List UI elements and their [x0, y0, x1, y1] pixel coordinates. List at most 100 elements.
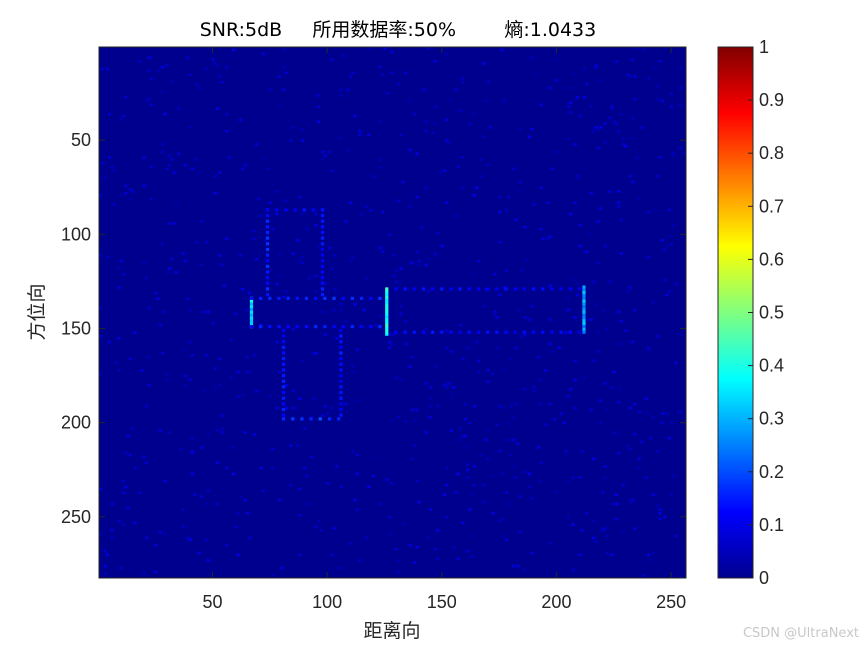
noise-speck [665, 244, 669, 248]
noise-speck [298, 513, 302, 517]
noise-speck [663, 515, 667, 519]
noise-speck [225, 466, 229, 470]
noise-speck [144, 404, 149, 408]
noise-speck [541, 237, 545, 240]
noise-speck [649, 436, 653, 440]
noise-speck [158, 429, 162, 432]
noise-speck [385, 92, 389, 95]
noise-speck [172, 222, 176, 225]
noise-speck [575, 176, 580, 180]
noise-speck [126, 506, 130, 510]
noise-speck [575, 293, 580, 297]
noise-speck [525, 257, 529, 261]
noise-speck [566, 480, 570, 483]
noise-speck [640, 126, 644, 129]
noise-speck [509, 453, 513, 457]
noise-speck [653, 208, 658, 212]
noise-speck [465, 463, 470, 466]
noise-speck [479, 453, 483, 457]
scatterer-point [339, 328, 343, 332]
noise-speck [202, 310, 206, 314]
noise-speck [241, 167, 245, 171]
noise-speck [530, 304, 534, 308]
scatterer-point [403, 287, 407, 291]
noise-speck [300, 359, 304, 363]
noise-speck [394, 269, 399, 272]
noise-speck [481, 483, 486, 487]
noise-speck [163, 532, 167, 536]
scatterer-point [421, 287, 426, 291]
noise-speck [433, 60, 437, 63]
noise-speck [449, 393, 454, 397]
noise-speck [589, 408, 593, 412]
noise-speck [312, 397, 316, 400]
noise-speck [342, 54, 346, 58]
scatterer-point [302, 208, 306, 212]
noise-speck [470, 555, 474, 559]
noise-speck [658, 156, 662, 159]
noise-speck [433, 365, 437, 368]
noise-speck [369, 208, 373, 212]
scatterer-point [249, 319, 254, 323]
noise-speck [550, 167, 554, 171]
noise-speck [507, 421, 511, 425]
scatterer-point [320, 219, 325, 223]
noise-speck [183, 259, 188, 263]
noise-speck [511, 438, 515, 442]
noise-speck [103, 176, 107, 180]
colorbar: 0 0.1 0.2 0.3 0.4 0.5 0.6 0.7 0.8 0.9 1 [717, 37, 784, 588]
noise-speck [679, 333, 683, 336]
noise-speck [410, 261, 415, 265]
noise-speck [642, 574, 646, 577]
noise-speck [603, 141, 607, 144]
scatterer-point [582, 293, 586, 298]
scatterer-point [582, 285, 586, 289]
noise-speck [261, 489, 266, 493]
noise-speck [190, 167, 194, 171]
noise-speck [591, 457, 596, 461]
noise-speck [403, 320, 408, 323]
noise-speck [307, 502, 311, 506]
noise-speck [316, 120, 321, 124]
noise-speck [617, 451, 621, 455]
noise-speck [463, 417, 467, 421]
noise-speck [190, 436, 194, 440]
scatterer-point [314, 296, 318, 300]
scatterer-point [339, 402, 343, 406]
noise-speck [392, 274, 396, 278]
noise-speck [580, 529, 584, 532]
noise-speck [147, 384, 151, 387]
noise-speck [481, 135, 486, 139]
noise-speck [555, 150, 559, 154]
noise-speck [241, 393, 245, 397]
noise-speck [507, 438, 511, 442]
noise-speck [275, 190, 279, 193]
scatterer-point [385, 315, 389, 319]
noise-speck [481, 304, 486, 308]
noise-speck [243, 431, 247, 434]
scatterer-point [249, 299, 254, 303]
noise-speck [300, 139, 304, 142]
noise-speck [332, 254, 337, 257]
noise-speck [392, 254, 396, 257]
noise-speck [539, 186, 543, 189]
noise-speck [497, 519, 502, 523]
scatterer-point [522, 330, 526, 334]
scatterer-point [281, 417, 286, 421]
noise-speck [172, 171, 176, 174]
noise-speck [447, 141, 451, 144]
noise-speck [578, 476, 582, 479]
noise-speck [174, 271, 178, 274]
scatterer-point [281, 390, 286, 395]
scatterer-point [385, 295, 389, 300]
noise-speck [351, 365, 355, 368]
noise-speck [447, 382, 451, 385]
noise-speck [633, 402, 637, 406]
noise-speck [530, 497, 534, 500]
scatterer-point [582, 296, 586, 300]
x-tick-label: 150 [427, 592, 457, 612]
noise-speck [197, 171, 201, 174]
scatterer-point [449, 287, 453, 291]
noise-speck [259, 214, 263, 218]
scatterer-point [281, 351, 286, 355]
